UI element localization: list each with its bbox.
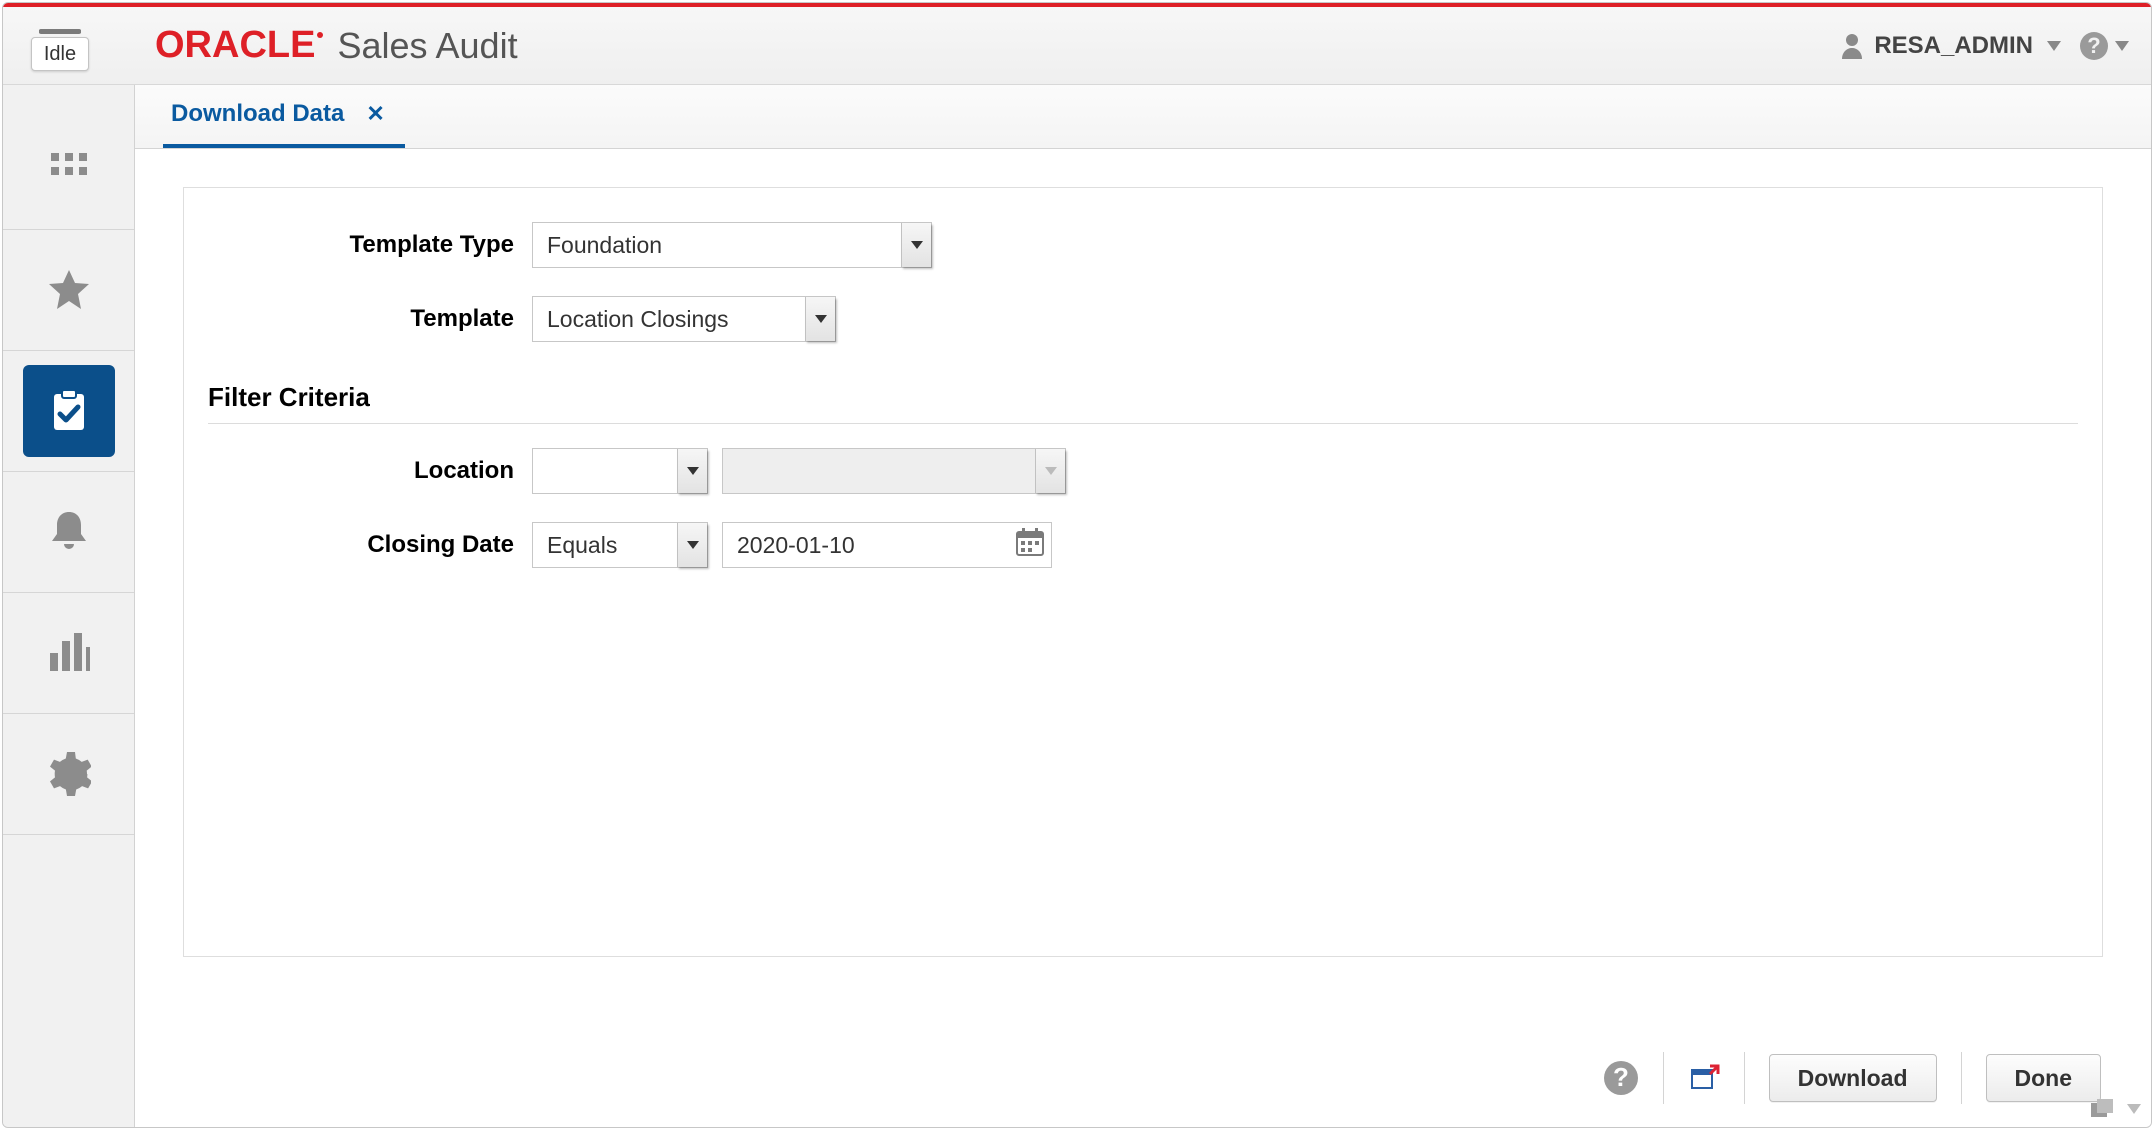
- export-icon[interactable]: [1688, 1060, 1720, 1097]
- app-window: Idle ORACLE Sales Audit RESA_ADMIN ?: [2, 2, 2152, 1128]
- chevron-down-icon: [687, 467, 699, 475]
- user-name: RESA_ADMIN: [1874, 32, 2033, 60]
- chevron-down-icon: [1045, 467, 1057, 475]
- help-menu[interactable]: ?: [2079, 31, 2109, 61]
- select-location[interactable]: [532, 448, 708, 494]
- download-button-label: Download: [1798, 1065, 1908, 1092]
- select-template-type-value: Foundation: [547, 232, 662, 259]
- divider: [1961, 1052, 1962, 1104]
- main-area: Download Data ✕ Template Type Foundation…: [135, 85, 2151, 1127]
- sidebar: [3, 85, 135, 1127]
- divider: [1744, 1052, 1745, 1104]
- sidebar-item-apps[interactable]: [23, 123, 115, 215]
- dropdown-button[interactable]: [805, 297, 835, 341]
- caret-down-icon: [2047, 41, 2061, 51]
- select-template-type[interactable]: Foundation: [532, 222, 932, 268]
- dropdown-button-disabled: [1035, 449, 1065, 493]
- calendar-icon[interactable]: [1015, 527, 1045, 563]
- window-stack-icon[interactable]: [2089, 1097, 2141, 1121]
- chevron-down-icon: [687, 541, 699, 549]
- form-panel: Template Type Foundation Template Locati…: [183, 187, 2103, 957]
- grid-icon: [49, 149, 89, 189]
- clipboard-check-icon: [46, 388, 92, 434]
- top-bar: ORACLE Sales Audit RESA_ADMIN ?: [3, 3, 2151, 85]
- svg-text:?: ?: [2087, 33, 2100, 58]
- help-caret-icon: [2115, 41, 2129, 51]
- row-template: Template Location Closings: [208, 296, 2078, 342]
- label-location: Location: [208, 457, 532, 485]
- user-icon: [1840, 33, 1864, 59]
- sidebar-item-tasks[interactable]: [23, 365, 115, 457]
- row-location: Location: [208, 448, 2078, 494]
- select-template-value: Location Closings: [547, 306, 729, 333]
- tab-download-data[interactable]: Download Data ✕: [163, 86, 405, 148]
- label-closing-date: Closing Date: [208, 531, 532, 559]
- chevron-down-icon: [815, 315, 827, 323]
- content: Template Type Foundation Template Locati…: [135, 149, 2151, 1029]
- brand-text: ORACLE: [155, 24, 315, 67]
- footer-bar: ? Download Done: [135, 1029, 2151, 1127]
- idle-badge-label: Idle: [44, 43, 76, 66]
- layout: Download Data ✕ Template Type Foundation…: [3, 85, 2151, 1127]
- row-template-type: Template Type Foundation: [208, 222, 2078, 268]
- caret-down-icon: [2127, 1104, 2141, 1114]
- bell-icon: [49, 510, 89, 554]
- select-closing-date-op-value: Equals: [547, 532, 617, 559]
- dropdown-button[interactable]: [677, 449, 707, 493]
- gear-icon: [47, 752, 91, 796]
- select-template[interactable]: Location Closings: [532, 296, 836, 342]
- label-template: Template: [208, 305, 532, 333]
- tab-bar: Download Data ✕: [135, 85, 2151, 149]
- dropdown-button[interactable]: [677, 523, 707, 567]
- idle-badge: Idle: [31, 37, 89, 71]
- sidebar-item-reports[interactable]: [23, 607, 115, 699]
- tab-close-icon[interactable]: ✕: [366, 101, 384, 127]
- bar-chart-icon: [48, 633, 90, 673]
- divider: [1663, 1052, 1664, 1104]
- dropdown-button[interactable]: [901, 223, 931, 267]
- brand-logo: ORACLE: [155, 24, 323, 67]
- row-closing-date: Closing Date Equals 2020-01-10: [208, 522, 2078, 568]
- label-template-type: Template Type: [208, 231, 532, 259]
- date-closing-date-value: 2020-01-10: [737, 532, 855, 559]
- sidebar-item-settings[interactable]: [23, 728, 115, 820]
- select-closing-date-op[interactable]: Equals: [532, 522, 708, 568]
- tab-label: Download Data: [171, 100, 344, 128]
- help-icon[interactable]: ?: [1603, 1060, 1639, 1096]
- download-button[interactable]: Download: [1769, 1054, 1937, 1102]
- sidebar-item-notifications[interactable]: [23, 486, 115, 578]
- section-header-filter-criteria: Filter Criteria: [208, 370, 2078, 424]
- date-closing-date[interactable]: 2020-01-10: [722, 522, 1052, 568]
- select-location-extra: [722, 448, 1066, 494]
- done-button[interactable]: Done: [1986, 1054, 2102, 1102]
- app-title: Sales Audit: [337, 25, 517, 67]
- chevron-down-icon: [911, 241, 923, 249]
- sidebar-item-favorites[interactable]: [23, 244, 115, 336]
- done-button-label: Done: [2015, 1065, 2073, 1092]
- star-icon: [46, 267, 92, 313]
- svg-text:?: ?: [1613, 1062, 1629, 1092]
- user-menu[interactable]: RESA_ADMIN: [1840, 32, 2061, 60]
